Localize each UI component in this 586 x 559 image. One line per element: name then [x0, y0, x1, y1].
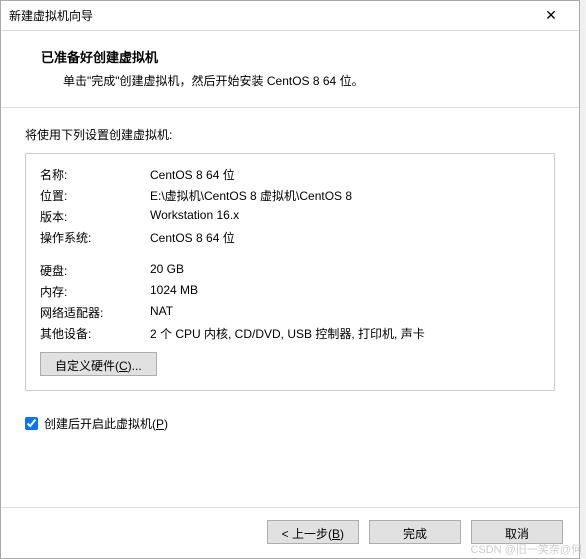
header-title: 已准备好创建虚拟机 — [41, 47, 555, 66]
label: 名称: — [40, 166, 150, 183]
row-disk: 硬盘:20 GB — [40, 260, 540, 281]
close-icon: ✕ — [545, 7, 557, 24]
label: 版本: — [40, 208, 150, 225]
value: E:\虚拟机\CentOS 8 虚拟机\CentOS 8 — [150, 187, 540, 204]
wizard-window: 新建虚拟机向导 ✕ 已准备好创建虚拟机 单击"完成"创建虚拟机，然后开始安装 C… — [0, 0, 580, 559]
label: 其他设备: — [40, 325, 150, 342]
value: CentOS 8 64 位 — [150, 229, 540, 246]
power-on-checkbox[interactable] — [25, 417, 38, 430]
settings-summary: 名称:CentOS 8 64 位 位置:E:\虚拟机\CentOS 8 虚拟机\… — [25, 153, 555, 391]
value: 1024 MB — [150, 283, 540, 300]
label: 位置: — [40, 187, 150, 204]
row-name: 名称:CentOS 8 64 位 — [40, 164, 540, 185]
footer: < 上一步(B) 完成 取消 — [1, 507, 579, 558]
intro-text: 将使用下列设置创建虚拟机: — [25, 126, 555, 143]
row-os: 操作系统:CentOS 8 64 位 — [40, 227, 540, 248]
row-other: 其他设备:2 个 CPU 内核, CD/DVD, USB 控制器, 打印机, 声… — [40, 323, 540, 344]
content: 将使用下列设置创建虚拟机: 名称:CentOS 8 64 位 位置:E:\虚拟机… — [1, 108, 579, 507]
value: NAT — [150, 304, 540, 321]
power-on-checkbox-row[interactable]: 创建后开启此虚拟机(P) — [25, 415, 555, 432]
customize-row: 自定义硬件(C)... — [40, 352, 540, 376]
titlebar: 新建虚拟机向导 ✕ — [1, 1, 579, 31]
customize-hardware-button[interactable]: 自定义硬件(C)... — [40, 352, 157, 376]
close-button[interactable]: ✕ — [531, 2, 571, 30]
row-location: 位置:E:\虚拟机\CentOS 8 虚拟机\CentOS 8 — [40, 185, 540, 206]
label: 硬盘: — [40, 262, 150, 279]
value: Workstation 16.x — [150, 208, 540, 225]
value: 20 GB — [150, 262, 540, 279]
label: 网络适配器: — [40, 304, 150, 321]
finish-button[interactable]: 完成 — [369, 520, 461, 544]
header: 已准备好创建虚拟机 单击"完成"创建虚拟机，然后开始安装 CentOS 8 64… — [1, 31, 579, 107]
value: 2 个 CPU 内核, CD/DVD, USB 控制器, 打印机, 声卡 — [150, 325, 540, 342]
cancel-button[interactable]: 取消 — [471, 520, 563, 544]
value: CentOS 8 64 位 — [150, 166, 540, 183]
row-version: 版本:Workstation 16.x — [40, 206, 540, 227]
label: 操作系统: — [40, 229, 150, 246]
row-network: 网络适配器:NAT — [40, 302, 540, 323]
row-memory: 内存:1024 MB — [40, 281, 540, 302]
label: 内存: — [40, 283, 150, 300]
header-subtitle: 单击"完成"创建虚拟机，然后开始安装 CentOS 8 64 位。 — [63, 72, 555, 89]
back-button[interactable]: < 上一步(B) — [267, 520, 359, 544]
window-title: 新建虚拟机向导 — [9, 7, 531, 24]
checkbox-label: 创建后开启此虚拟机(P) — [44, 415, 168, 432]
